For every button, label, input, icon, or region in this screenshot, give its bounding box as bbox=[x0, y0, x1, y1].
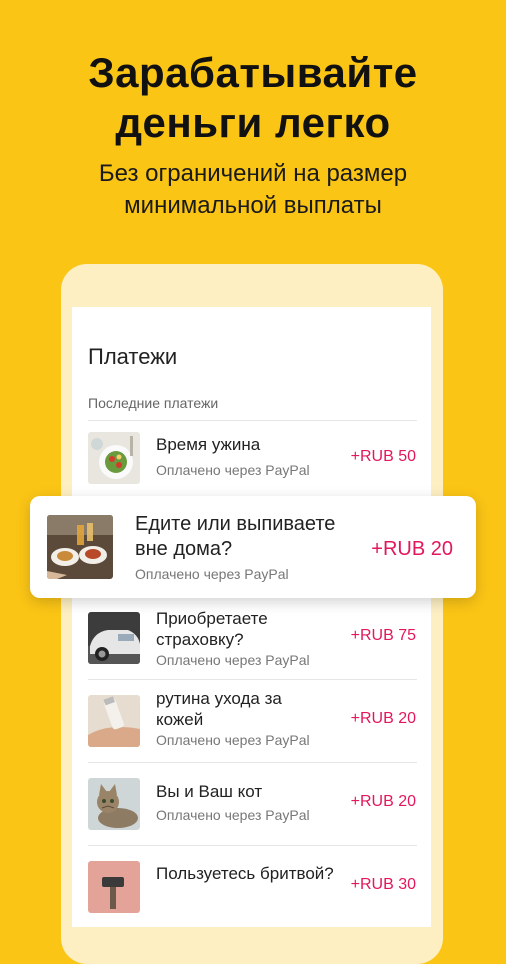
promo-headline: Зарабатывайте деньги легко bbox=[0, 48, 506, 148]
payment-subtitle: Оплачено через PayPal bbox=[156, 462, 310, 478]
restaurant-photo-icon bbox=[47, 515, 113, 579]
payment-title: Вы и Ваш кот bbox=[156, 782, 263, 801]
payment-row-razor[interactable]: Пользуетесь бритвой? +RUB 30 bbox=[72, 846, 431, 913]
payment-subtitle: Оплачено через PayPal bbox=[156, 807, 310, 823]
payment-row-cat[interactable]: Вы и Ваш кот Оплачено через PayPal +RUB … bbox=[72, 763, 431, 845]
payment-amount: +RUB 30 bbox=[350, 876, 416, 893]
car-photo-icon bbox=[88, 612, 140, 664]
payment-card-eating-out[interactable]: Едите или выпиваете вне дома? Оплачено ч… bbox=[30, 496, 476, 598]
payment-amount: +RUB 75 bbox=[350, 627, 416, 644]
payment-subtitle: Оплачено через PayPal bbox=[156, 732, 310, 748]
payment-subtitle: Оплачено через PayPal bbox=[135, 566, 289, 582]
payment-title: Пользуетесь бритвой? bbox=[156, 864, 334, 883]
payment-title: Приобретаете страховку? bbox=[156, 609, 268, 649]
payment-title: Время ужина bbox=[156, 435, 261, 454]
page-title: Платежи bbox=[88, 344, 178, 369]
payment-title: Едите или выпиваете вне дома? bbox=[135, 513, 336, 560]
payment-row-insurance[interactable]: Приобретаете страховку? Оплачено через P… bbox=[72, 598, 431, 678]
headline-line-2: деньги легко bbox=[115, 99, 391, 146]
headline-line-1: Зарабатывайте bbox=[88, 49, 418, 96]
payment-amount: +RUB 20 bbox=[350, 793, 416, 810]
payment-amount: +RUB 20 bbox=[371, 538, 453, 560]
payment-row-skincare[interactable]: рутина ухода за кожей Оплачено через Pay… bbox=[72, 680, 431, 762]
section-label: Последние платежи bbox=[88, 395, 219, 411]
subhead-line-2: минимальной выплаты bbox=[124, 192, 382, 219]
skincare-photo-icon bbox=[88, 695, 140, 747]
payment-subtitle: Оплачено через PayPal bbox=[156, 652, 310, 668]
payment-row-dinner[interactable]: Время ужина Оплачено через PayPal +RUB 5… bbox=[72, 420, 431, 500]
promo-subhead: Без ограничений на размер минимальной вы… bbox=[0, 158, 506, 222]
dinner-photo-icon bbox=[88, 432, 140, 484]
payment-amount: +RUB 20 bbox=[350, 710, 416, 727]
payment-title: рутина ухода за кожей bbox=[156, 689, 282, 729]
cat-photo-icon bbox=[88, 778, 140, 830]
subhead-line-1: Без ограничений на размер bbox=[98, 160, 408, 187]
razor-photo-icon bbox=[88, 861, 140, 913]
payment-amount: +RUB 50 bbox=[350, 448, 416, 465]
